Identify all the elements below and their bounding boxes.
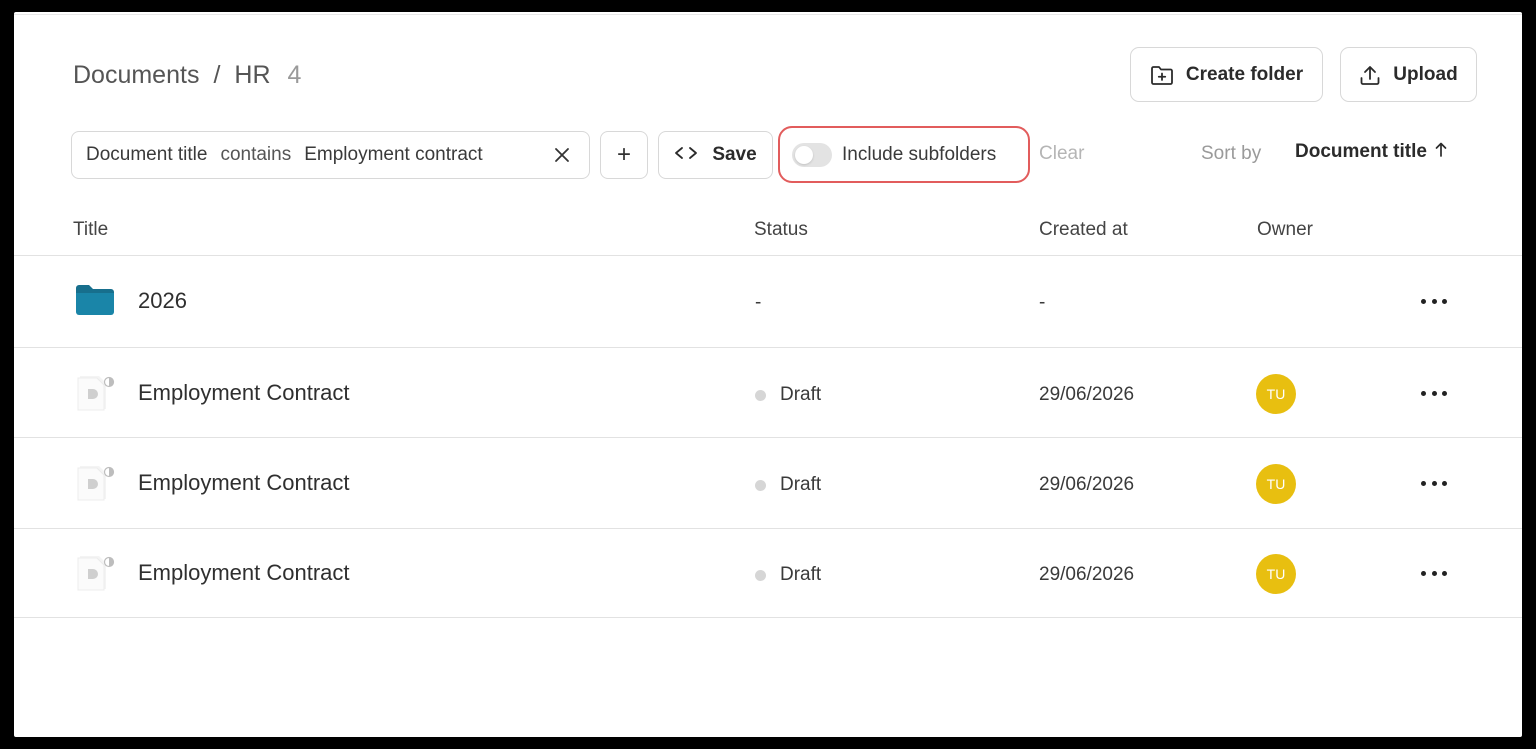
item-count: 4 — [287, 60, 302, 89]
remove-filter-icon[interactable] — [551, 144, 573, 166]
save-label: Save — [712, 144, 757, 165]
folder-icon — [75, 284, 115, 321]
toggle-knob — [795, 145, 813, 164]
filter-chip[interactable]: Document title contains Employment contr… — [71, 131, 590, 179]
owner-avatar[interactable]: TU — [1256, 554, 1296, 594]
include-subfolders-highlight: Include subfolders — [778, 126, 1030, 183]
column-header-created-at[interactable]: Created at — [1039, 219, 1128, 241]
document-icon — [75, 376, 115, 417]
more-options-icon[interactable] — [1421, 382, 1447, 404]
arrow-up-icon — [1435, 141, 1447, 163]
row-status: - — [755, 292, 762, 313]
document-icon — [75, 466, 115, 507]
row-status: Draft — [755, 564, 821, 586]
row-title[interactable]: Employment Contract — [138, 560, 350, 586]
filter-value: Employment contract — [304, 144, 483, 165]
filter-operator: contains — [220, 144, 292, 165]
add-filter-button[interactable]: + — [600, 131, 648, 179]
folder-plus-icon — [1150, 64, 1174, 86]
upload-button[interactable]: Upload — [1340, 47, 1477, 102]
table-row[interactable]: Employment Contract Draft 29/06/2026 TU — [14, 438, 1522, 528]
table-row[interactable]: 2026 - - — [14, 256, 1522, 346]
row-divider — [14, 617, 1522, 618]
status-dot — [755, 569, 766, 581]
create-folder-label: Create folder — [1185, 63, 1304, 85]
owner-avatar[interactable]: TU — [1256, 464, 1296, 504]
column-header-title[interactable]: Title — [73, 219, 108, 241]
row-title[interactable]: Employment Contract — [138, 470, 350, 496]
filter-field: Document title — [86, 144, 208, 165]
document-icon — [75, 556, 115, 597]
table-row[interactable]: Employment Contract Draft 29/06/2026 TU — [14, 528, 1522, 618]
app-window: Documents / HR 4 Create folder Upload Do… — [14, 12, 1522, 737]
sort-field-label: Document title — [1295, 141, 1427, 162]
breadcrumb-current: HR — [234, 60, 271, 89]
more-options-icon[interactable] — [1421, 472, 1447, 494]
create-folder-button[interactable]: Create folder — [1130, 47, 1323, 102]
row-title[interactable]: 2026 — [138, 288, 187, 314]
owner-avatar[interactable]: TU — [1256, 374, 1296, 414]
row-created-at: 29/06/2026 — [1039, 564, 1135, 585]
column-header-status[interactable]: Status — [754, 219, 808, 241]
table-row[interactable]: Employment Contract Draft 29/06/2026 TU — [14, 348, 1522, 438]
column-header-owner[interactable]: Owner — [1257, 219, 1313, 241]
breadcrumb: Documents / HR 4 — [73, 59, 301, 91]
code-icon — [674, 144, 698, 166]
top-divider — [14, 14, 1522, 15]
sort-by-label: Sort by — [1201, 143, 1262, 164]
status-dot — [755, 479, 766, 491]
row-status: Draft — [755, 474, 821, 496]
row-title[interactable]: Employment Contract — [138, 380, 350, 406]
row-status: Draft — [755, 384, 821, 406]
sort-field-button[interactable]: Document title — [1295, 141, 1447, 163]
breadcrumb-separator: / — [213, 60, 221, 89]
status-dot — [755, 389, 766, 401]
more-options-icon[interactable] — [1421, 562, 1447, 584]
more-options-icon[interactable] — [1421, 290, 1447, 312]
row-created-at: 29/06/2026 — [1039, 384, 1135, 405]
row-created-at: 29/06/2026 — [1039, 474, 1135, 495]
row-created-at: - — [1039, 292, 1046, 313]
upload-label: Upload — [1393, 63, 1458, 85]
upload-icon — [1359, 64, 1381, 86]
clear-filters-link[interactable]: Clear — [1039, 143, 1084, 165]
include-subfolders-label[interactable]: Include subfolders — [842, 144, 996, 166]
breadcrumb-documents[interactable]: Documents — [73, 61, 199, 90]
save-filter-button[interactable]: Save — [658, 131, 773, 179]
include-subfolders-toggle[interactable] — [792, 142, 832, 167]
